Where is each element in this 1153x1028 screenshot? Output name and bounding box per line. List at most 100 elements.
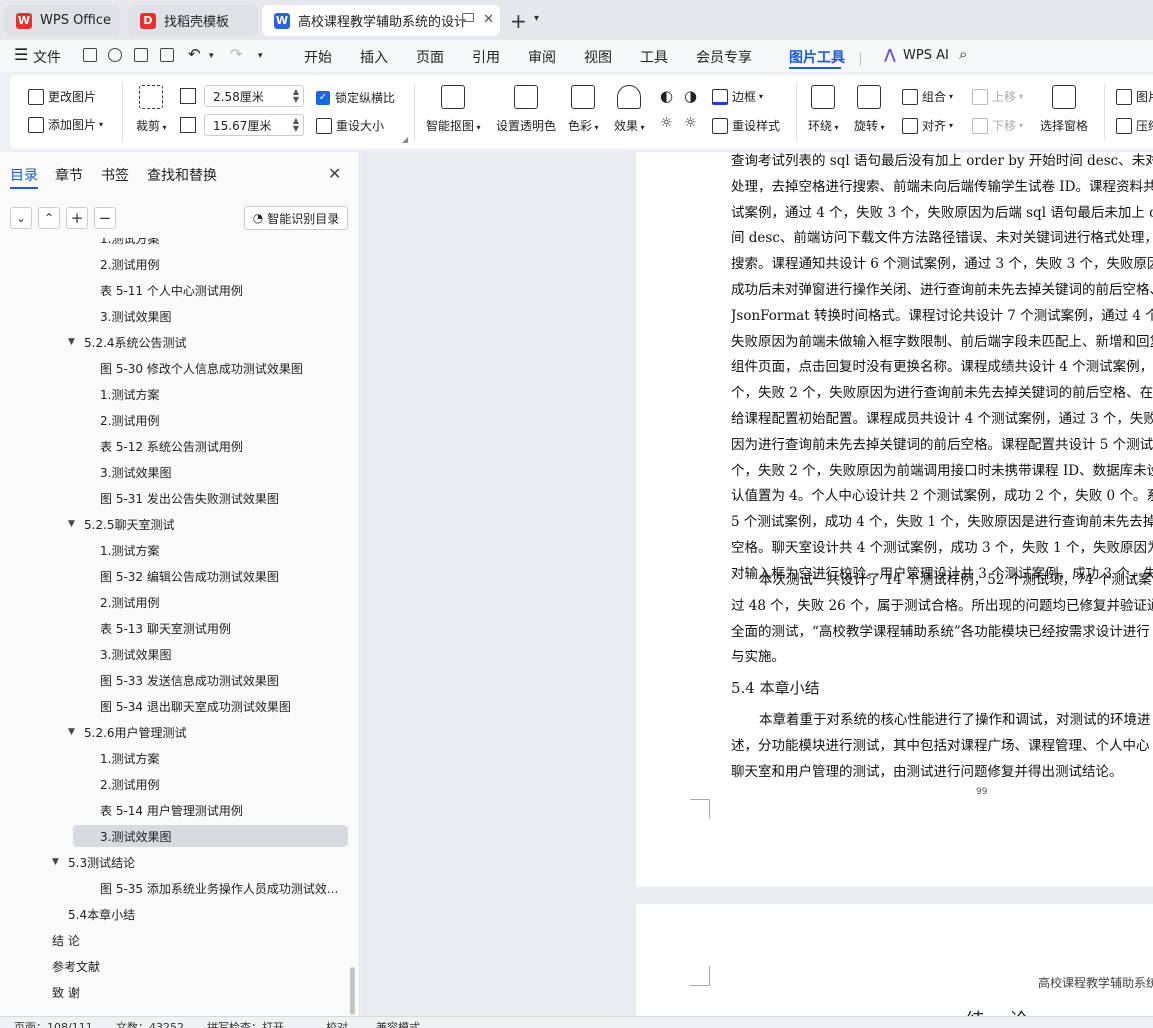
collapse-up-icon[interactable]: ⌃ <box>38 207 60 229</box>
toc-item[interactable]: 表 5-14 用户管理测试用例 <box>100 799 345 821</box>
toc-item[interactable]: 表 5-12 系统公告测试用例 <box>100 435 345 457</box>
color-button[interactable]: 色彩 ▾ <box>568 85 599 134</box>
toc-item[interactable]: 图 5-32 编辑公告成功测试效果图 <box>100 565 345 587</box>
chevron-down-icon[interactable]: ▾ <box>534 13 539 24</box>
smart-cutout-button[interactable]: 智能抠图 ▾ <box>426 85 481 134</box>
contrast-down-icon[interactable]: ◑ <box>684 87 697 105</box>
change-image-button[interactable]: 更改图片 <box>28 88 96 105</box>
align-button[interactable]: 对齐 ▾ <box>902 117 953 134</box>
redo-icon[interactable]: ↷ <box>230 45 243 63</box>
hamburger-icon[interactable]: ☰ <box>14 45 28 64</box>
toc-item[interactable]: 5.4本章小结 <box>68 903 345 925</box>
new-tab-plus-icon[interactable]: + <box>510 9 527 33</box>
toc-item[interactable]: 致 谢 <box>52 981 345 1003</box>
menu-file[interactable]: 文件 <box>33 47 61 67</box>
dialog-launcher-icon[interactable]: ◢ <box>402 135 408 144</box>
reset-style-button[interactable]: 重设样式 <box>712 117 780 134</box>
tab-bookmarks[interactable]: 书签 <box>101 165 129 185</box>
search-icon[interactable]: ⌕ <box>959 45 967 63</box>
tab-document[interactable]: W 高校课程教学辅助系统的设计与实现 ✕ <box>262 5 500 36</box>
menu-tools[interactable]: 工具 <box>640 47 668 67</box>
menu-home[interactable]: 开始 <box>304 47 332 67</box>
toc-item[interactable]: 3.测试效果图 <box>73 825 348 847</box>
expand-triangle-icon[interactable]: ▼ <box>68 519 75 529</box>
bring-forward-button[interactable]: 上移 ▾ <box>972 88 1023 105</box>
toc-item[interactable]: 图 5-33 发送信息成功测试效果图 <box>100 669 345 691</box>
toc-item[interactable]: 1.测试方案 <box>100 383 345 405</box>
resize-button[interactable]: 重设大小 <box>316 117 384 134</box>
more-chevron-icon[interactable]: ▾ <box>258 51 263 61</box>
toc-item[interactable]: 5.2.4系统公告测试 <box>84 331 345 353</box>
share-icon[interactable] <box>108 48 122 62</box>
toc-item[interactable]: 2.测试用例 <box>100 773 345 795</box>
toc-item[interactable]: 图 5-35 添加系统业务操作人员成功测试效... <box>100 877 345 899</box>
toc-item[interactable]: 图 5-31 发出公告失败测试效果图 <box>100 487 345 509</box>
toc-item[interactable]: 1.测试方案 <box>100 238 345 249</box>
menu-insert[interactable]: 插入 <box>360 47 388 67</box>
toc-item[interactable]: 2.测试用例 <box>100 253 345 275</box>
effect-button[interactable]: 效果 ▾ <box>614 85 645 134</box>
collapse-down-icon[interactable]: ⌄ <box>10 207 32 229</box>
document-canvas[interactable]: 查询考试列表的 sql 语句最后没有加上 order by 开始时间 desc、… <box>361 152 1153 1016</box>
print-preview-icon[interactable] <box>160 48 174 62</box>
toc-item[interactable]: 表 5-13 聊天室测试用例 <box>100 617 345 639</box>
menu-review[interactable]: 审阅 <box>528 47 556 67</box>
expand-triangle-icon[interactable]: ▼ <box>68 337 75 347</box>
remove-heading-icon[interactable]: − <box>94 207 116 229</box>
toc-item[interactable]: 表 5-11 个人中心测试用例 <box>100 279 345 301</box>
toc-item[interactable]: 2.测试用例 <box>100 591 345 613</box>
toc-item[interactable]: 1.测试方案 <box>100 539 345 561</box>
undo-dropdown-icon[interactable]: ▾ <box>209 51 214 61</box>
close-icon[interactable]: ✕ <box>483 12 494 27</box>
undo-icon[interactable]: ↶ <box>188 45 201 63</box>
toc-item[interactable]: 3.测试效果图 <box>100 461 345 483</box>
menu-view[interactable]: 视图 <box>584 47 612 67</box>
toc-item[interactable]: 结 论 <box>52 929 345 951</box>
proofread-button[interactable]: 校对 <box>326 1019 348 1028</box>
contrast-up-icon[interactable]: ◐ <box>660 87 673 105</box>
page-count[interactable]: 页面：108/111 <box>14 1019 93 1028</box>
toc-item[interactable]: 图 5-30 修改个人信息成功测试效果图 <box>100 357 345 379</box>
add-image-button[interactable]: 添加图片 ▾ <box>28 116 103 133</box>
toc-item[interactable]: 2.测试用例 <box>100 409 345 431</box>
menu-member[interactable]: 会员专享 <box>696 47 752 67</box>
tab-find-replace[interactable]: 查找和替换 <box>147 165 217 185</box>
tab-docer[interactable]: D 找稻壳模板 <box>128 5 258 36</box>
brightness-up-icon[interactable]: ☼ <box>660 115 673 131</box>
save-icon[interactable] <box>83 48 97 62</box>
wrap-button[interactable]: 环绕 ▾ <box>808 85 839 134</box>
height-input[interactable]: 15.67厘米 ▲ ▼ <box>204 114 304 136</box>
spin-arrows-icon[interactable]: ▲ ▼ <box>293 88 299 104</box>
menu-page[interactable]: 页面 <box>416 47 444 67</box>
send-backward-button[interactable]: 下移 ▾ <box>972 117 1023 134</box>
brightness-down-icon[interactable]: ☼ <box>684 115 697 131</box>
lock-ratio-checkbox[interactable]: ✓ 锁定纵横比 <box>316 89 395 106</box>
selection-pane-button[interactable]: 选择窗格 <box>1040 85 1088 134</box>
smart-toc-button[interactable]: ◔ 智能识别目录 <box>244 206 348 230</box>
add-heading-icon[interactable]: + <box>66 207 88 229</box>
image-more-button[interactable]: 图片 <box>1116 88 1153 105</box>
toc-item[interactable]: 1.测试方案 <box>100 747 345 769</box>
toc-item[interactable]: 图 5-34 退出聊天室成功测试效果图 <box>100 695 345 717</box>
spell-check-status[interactable]: 拼写检查：打开 <box>207 1019 284 1028</box>
border-button[interactable]: 边框 ▾ <box>712 88 763 105</box>
spin-arrows-icon[interactable]: ▲ ▼ <box>293 117 299 133</box>
width-input[interactable]: 2.58厘米 ▲ ▼ <box>204 85 304 107</box>
tab-toc[interactable]: 目录 <box>10 165 38 185</box>
print-icon[interactable] <box>134 48 148 62</box>
group-button[interactable]: 组合 ▾ <box>902 88 953 105</box>
toc-scrollbar[interactable] <box>350 967 355 1015</box>
monitor-icon[interactable] <box>462 13 474 22</box>
wps-ai-button[interactable]: WPS AI <box>903 48 949 63</box>
compress-button[interactable]: 压缩 <box>1116 117 1153 134</box>
expand-triangle-icon[interactable]: ▼ <box>68 727 75 737</box>
expand-triangle-icon[interactable]: ▼ <box>52 857 59 867</box>
menu-reference[interactable]: 引用 <box>472 47 500 67</box>
close-panel-icon[interactable]: ✕ <box>328 164 341 183</box>
toc-item[interactable]: 3.测试效果图 <box>100 305 345 327</box>
set-transparent-button[interactable]: 设置透明色 <box>496 85 556 134</box>
toc-item[interactable]: 5.3测试结论 <box>68 851 345 873</box>
toc-item[interactable]: 3.测试效果图 <box>100 643 345 665</box>
menu-picture-tools[interactable]: 图片工具 <box>789 47 845 67</box>
tab-wps-office[interactable]: W WPS Office <box>4 5 120 36</box>
